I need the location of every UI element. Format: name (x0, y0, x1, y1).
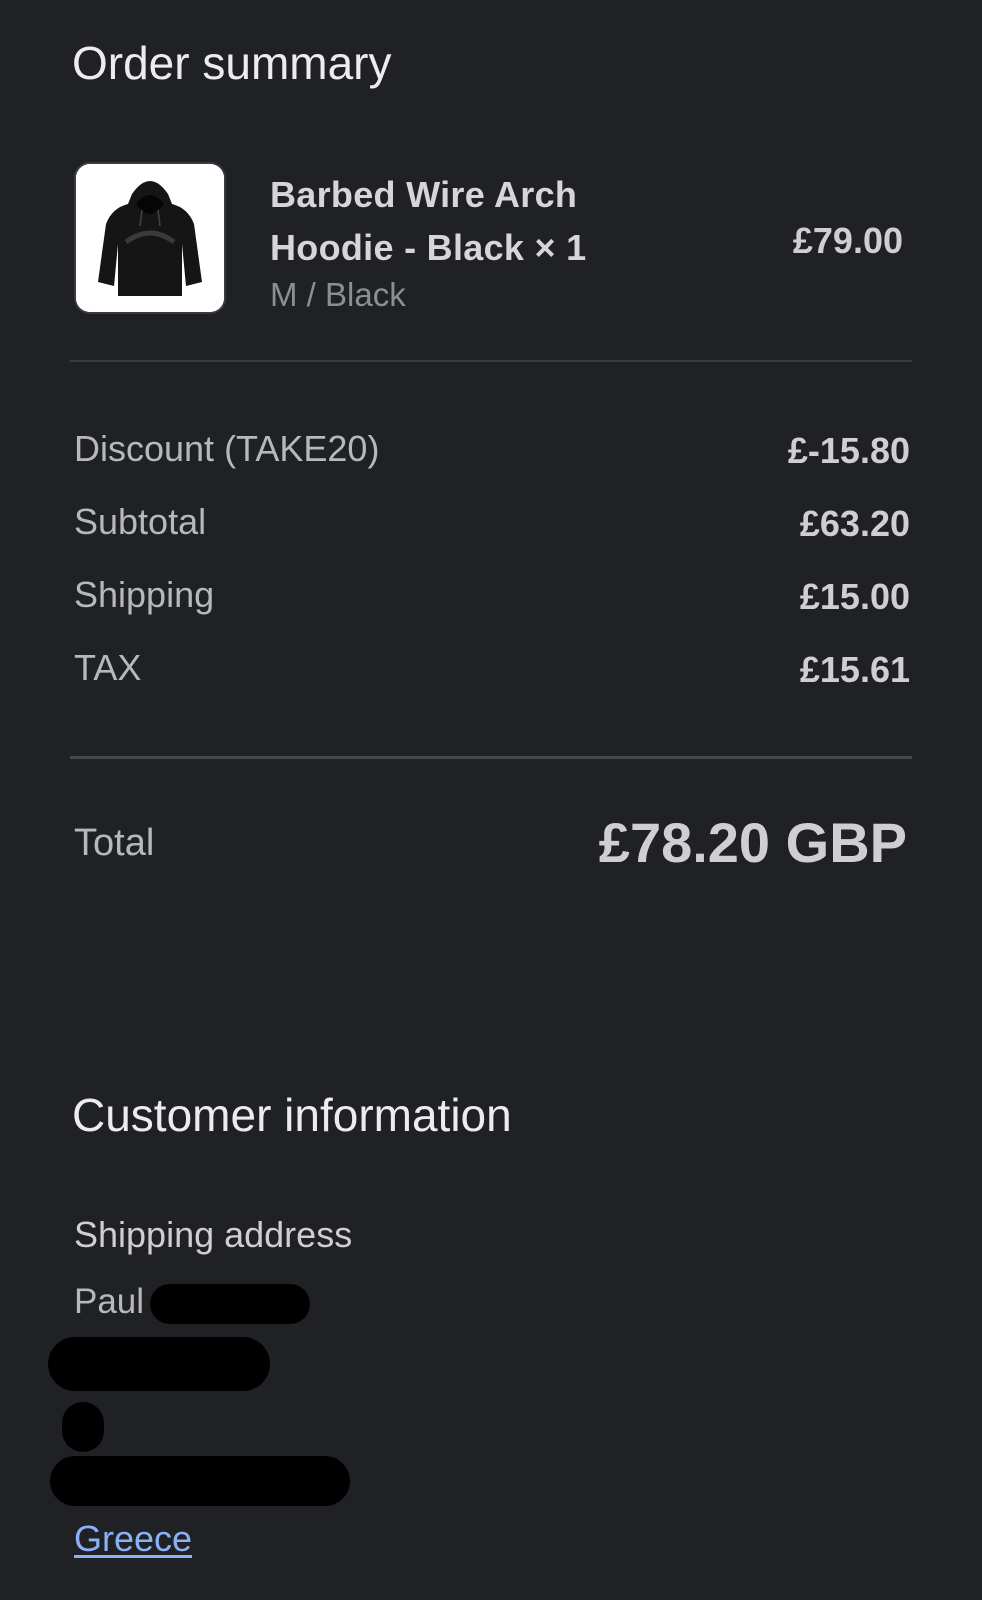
tax-value: £15.61 (799, 649, 910, 690)
shipping-address-name: Paul (74, 1282, 145, 1321)
total-value: £78.20 GBP (598, 811, 907, 874)
discount-label: Discount (TAKE20) (74, 428, 380, 469)
hoodie-image (76, 164, 224, 312)
shipping-label: Shipping (74, 574, 215, 615)
redaction-mark (150, 1284, 310, 1324)
shipping-address-heading: Shipping address (74, 1214, 353, 1255)
customer-information-title: Customer information (72, 1089, 512, 1141)
discount-value: £-15.80 (787, 430, 910, 471)
subtotal-value: £63.20 (799, 503, 910, 544)
subtotal-row: Subtotal £63.20 (74, 501, 910, 551)
subtotal-label: Subtotal (74, 501, 207, 542)
divider (70, 756, 912, 759)
shipping-row: Shipping £15.00 (74, 574, 910, 624)
product-name: Barbed Wire Arch Hoodie - Black × 1 (270, 174, 587, 268)
redaction-mark (48, 1337, 270, 1391)
divider (70, 360, 912, 362)
tax-row: TAX £15.61 (74, 647, 910, 697)
product-price: £79.00 (792, 220, 903, 261)
total-label: Total (74, 822, 155, 864)
shipping-country-link[interactable]: Greece (74, 1518, 192, 1560)
order-summary-title: Order summary (72, 37, 392, 89)
discount-row: Discount (TAKE20) £-15.80 (74, 428, 910, 478)
product-variant: M / Black (270, 276, 406, 313)
product-thumbnail[interactable] (76, 164, 224, 312)
redaction-mark (50, 1456, 350, 1506)
shipping-value: £15.00 (799, 576, 910, 617)
tax-label: TAX (74, 647, 142, 688)
redaction-mark (62, 1402, 104, 1452)
